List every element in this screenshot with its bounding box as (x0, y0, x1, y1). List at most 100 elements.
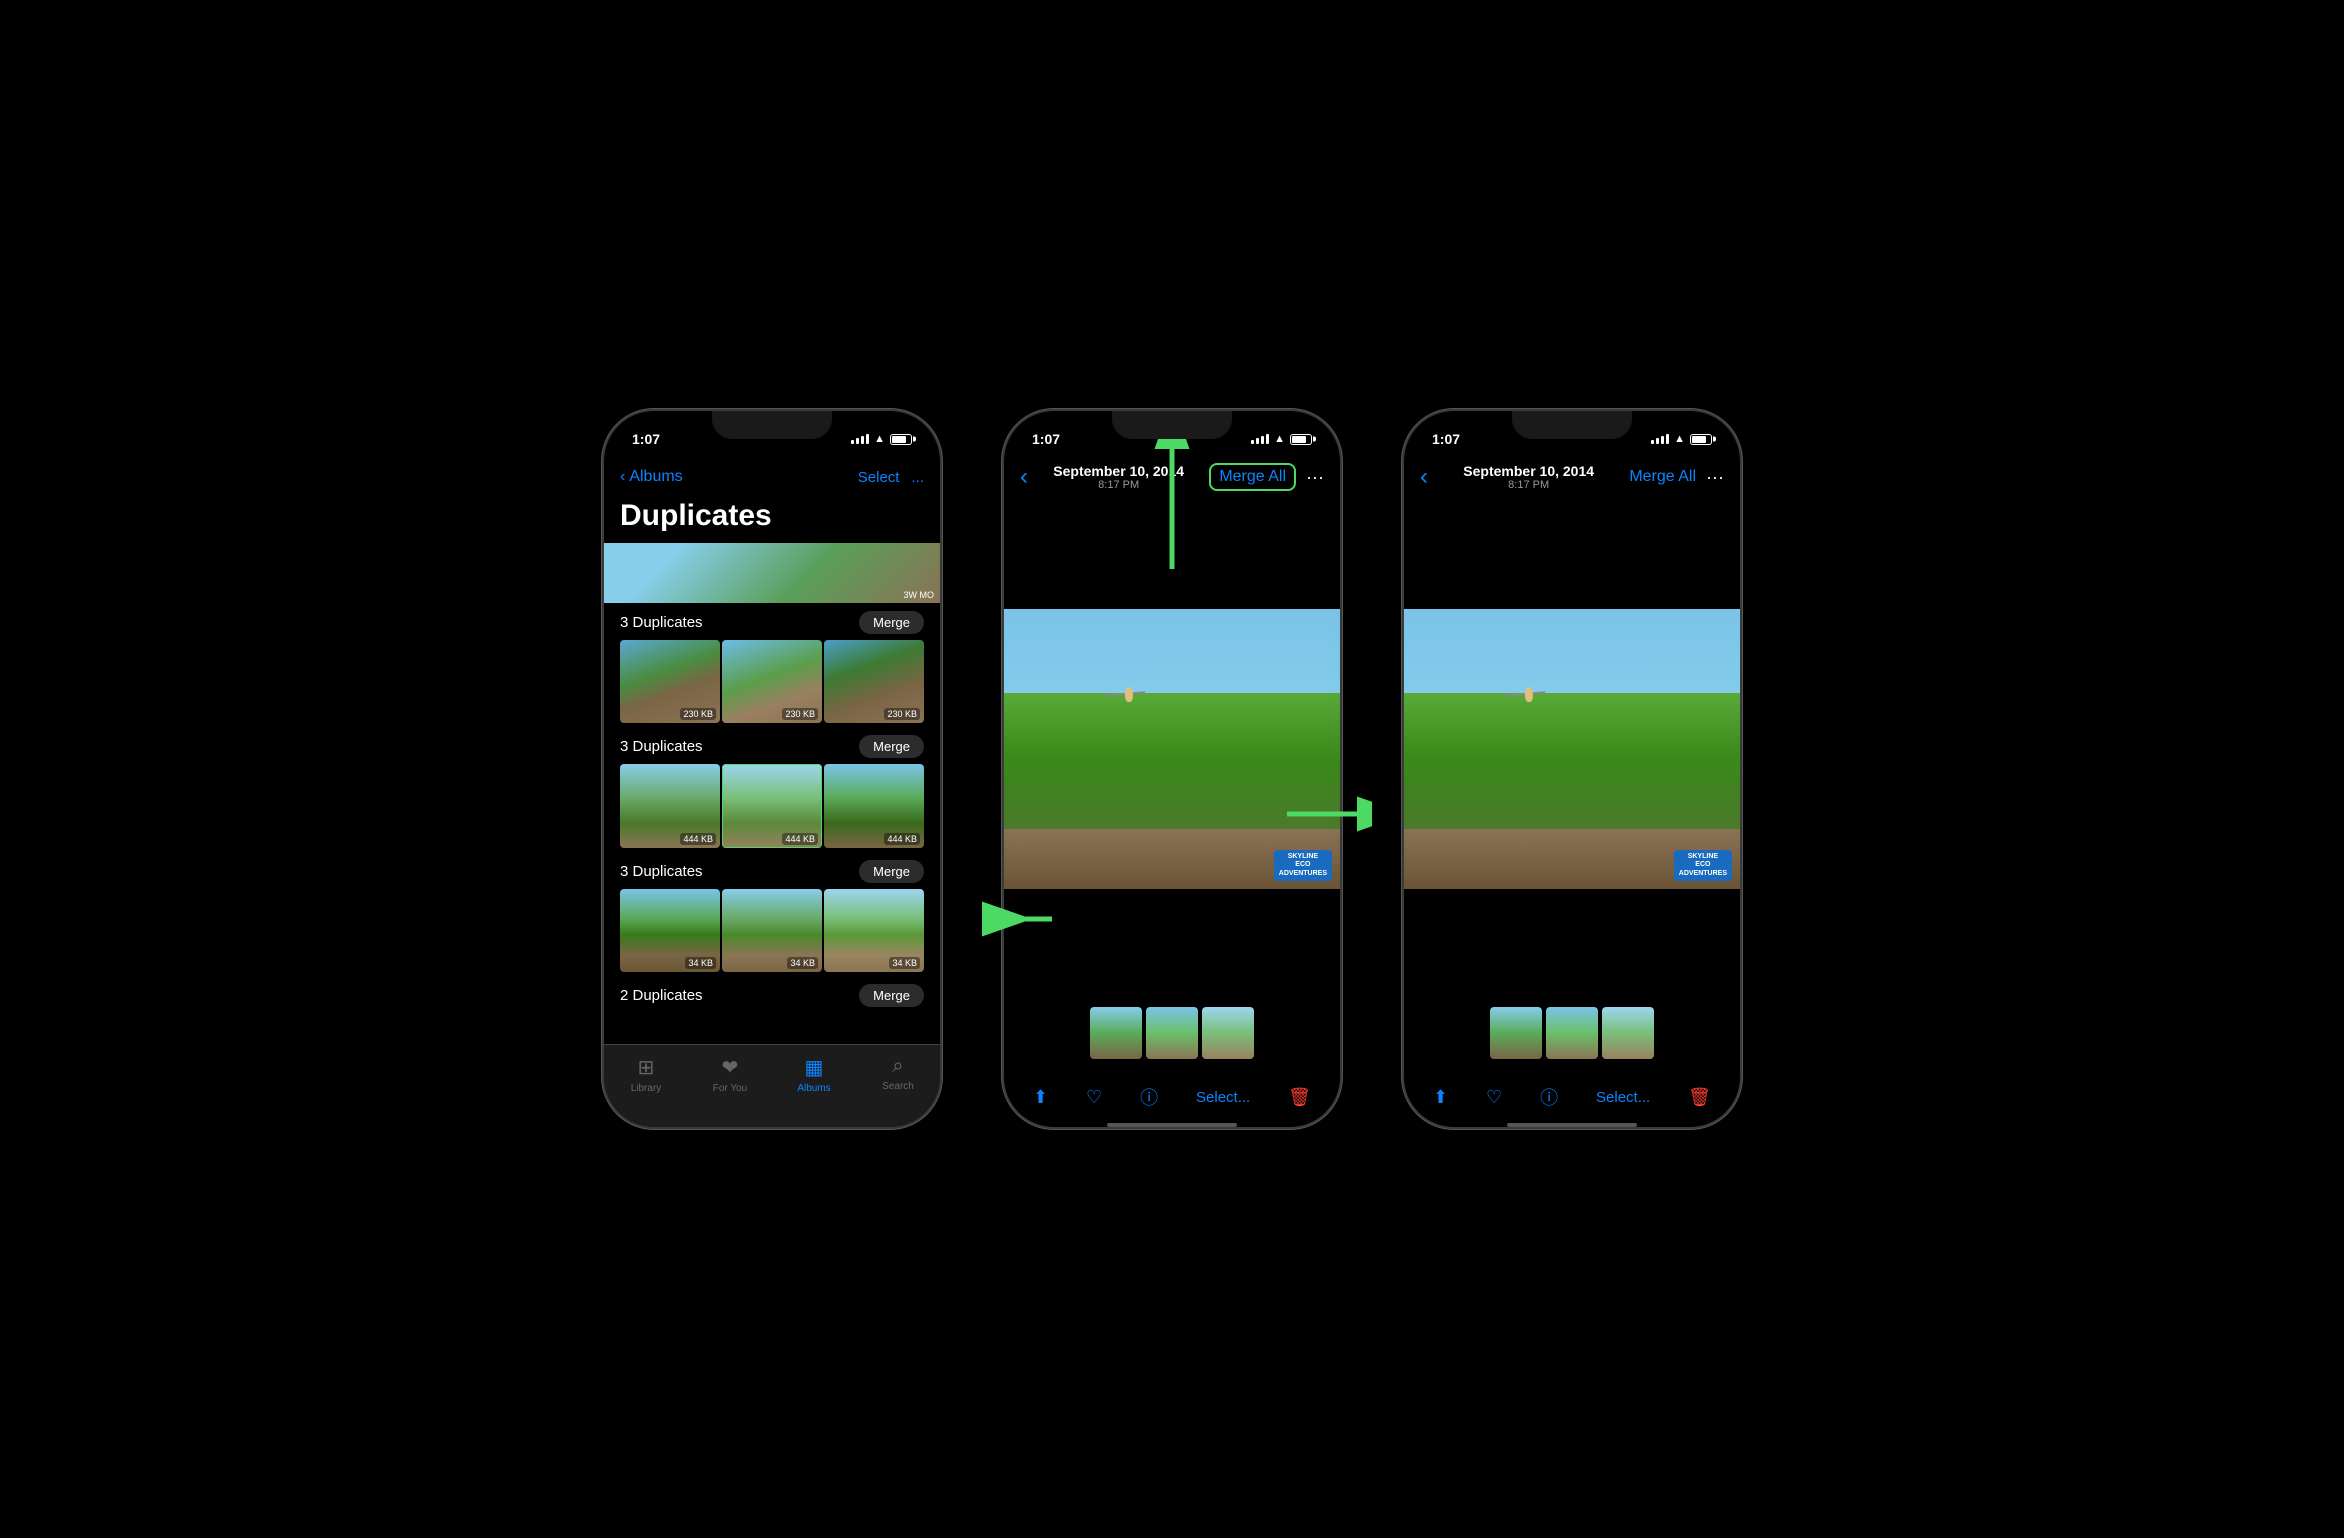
main-scene: 1:07 ▲ ‹ Albums (572, 409, 1772, 1129)
film-thumb-3-2[interactable] (1546, 1007, 1598, 1059)
wifi-icon: ▲ (874, 433, 885, 445)
time-1: 1:07 (632, 431, 660, 447)
for-you-icon: ❤ (722, 1055, 739, 1080)
skyline-badge-3: SKYLINEECOADVENTURES (1674, 850, 1732, 881)
back-button-3[interactable]: ‹ (1420, 463, 1428, 491)
time-2: 1:07 (1032, 431, 1060, 447)
more-button-1[interactable]: ... (911, 469, 924, 486)
photo-3-1: 34 KB (620, 889, 720, 972)
film-thumb-3-1[interactable] (1490, 1007, 1542, 1059)
merge-button-4[interactable]: Merge (859, 984, 924, 1007)
home-indicator-3 (1507, 1123, 1637, 1127)
phone-2-screen: 1:07 ▲ (1004, 411, 1340, 1127)
group-2-header: 3 Duplicates Merge (604, 727, 940, 764)
tab-search[interactable]: ⌕ Search (868, 1055, 928, 1092)
group-4-header: 2 Duplicates Merge (604, 976, 940, 1013)
group-1-label: 3 Duplicates (620, 614, 703, 631)
group-3-label: 3 Duplicates (620, 863, 703, 880)
delete-button-2[interactable]: 🗑 (1288, 1087, 1311, 1108)
highlight-indicator (722, 764, 822, 847)
photo-row-1: 230 KB 230 KB 230 KB (604, 640, 940, 723)
wifi-icon-3: ▲ (1674, 433, 1685, 445)
heart-button-2[interactable]: ♡ (1086, 1087, 1102, 1108)
wifi-icon-2: ▲ (1274, 433, 1285, 445)
group-3-header: 3 Duplicates Merge (604, 852, 940, 889)
status-icons-3: ▲ (1651, 433, 1712, 445)
merge-all-button-2[interactable]: Merge All (1209, 463, 1296, 491)
tab-for-you[interactable]: ❤ For You (700, 1055, 760, 1094)
duplicate-group-1: 3 Duplicates Merge 230 KB 230 KB 230 (604, 603, 940, 723)
phone-2: 1:07 ▲ (1002, 409, 1342, 1129)
info-button-3[interactable]: ⓘ (1540, 1084, 1558, 1110)
home-indicator-2 (1107, 1123, 1237, 1127)
photo-2-2: 444 KB (722, 764, 822, 847)
group-1-header: 3 Duplicates Merge (604, 603, 940, 640)
group-2-label: 3 Duplicates (620, 738, 703, 755)
duplicate-group-4: 2 Duplicates Merge (604, 976, 940, 1013)
battery-icon-3 (1690, 434, 1712, 445)
main-photo-area-2: SKYLINEECOADVENTURES (1004, 499, 1340, 999)
delete-button-3[interactable]: 🗑 (1688, 1087, 1711, 1108)
albums-icon: ▦ (805, 1055, 824, 1080)
select-button-3[interactable]: Select... (1596, 1089, 1650, 1106)
library-icon: ⊞ (638, 1055, 655, 1080)
photo-1-1: 230 KB (620, 640, 720, 723)
film-thumb-2-2[interactable] (1146, 1007, 1198, 1059)
status-bar-1: 1:07 ▲ (604, 411, 940, 455)
group-4-label: 2 Duplicates (620, 987, 703, 1004)
film-thumb-3-3[interactable] (1602, 1007, 1654, 1059)
main-photo-area-3: SKYLINEECOADVENTURES (1404, 499, 1740, 999)
select-button-2[interactable]: Select... (1196, 1089, 1250, 1106)
photo-3-3: 34 KB (824, 889, 924, 972)
film-thumb-2-1[interactable] (1090, 1007, 1142, 1059)
nav-bar-1: ‹ Albums Select ... (604, 455, 940, 499)
phone-2-container: 1:07 ▲ (1002, 409, 1342, 1129)
merge-button-3[interactable]: Merge (859, 860, 924, 883)
signal-icon (851, 434, 869, 444)
tab-albums[interactable]: ▦ Albums (784, 1055, 844, 1094)
more-button-2[interactable]: ··· (1306, 467, 1324, 488)
tab-library[interactable]: ⊞ Library (616, 1055, 676, 1094)
phone-1: 1:07 ▲ ‹ Albums (602, 409, 942, 1129)
more-button-3[interactable]: ··· (1706, 467, 1724, 488)
phone-3: 1:07 ▲ ‹ (1402, 409, 1742, 1129)
detail-nav-2: ‹ September 10, 2014 8:17 PM Merge All ·… (1004, 455, 1340, 499)
merge-button-1[interactable]: Merge (859, 611, 924, 634)
merge-button-2[interactable]: Merge (859, 735, 924, 758)
toolbar-3: ⬆ ♡ ⓘ Select... 🗑 (1404, 1067, 1740, 1117)
main-photo-3: SKYLINEECOADVENTURES (1404, 609, 1740, 889)
search-label: Search (882, 1081, 914, 1092)
status-icons-2: ▲ (1251, 433, 1312, 445)
filmstrip-3 (1404, 999, 1740, 1067)
share-button-2[interactable]: ⬆ (1033, 1087, 1048, 1108)
heart-button-3[interactable]: ♡ (1486, 1087, 1502, 1108)
duplicate-group-2: 3 Duplicates Merge 444 KB 444 KB (604, 727, 940, 847)
photo-date-3: September 10, 2014 8:17 PM (1463, 463, 1594, 491)
select-button-1[interactable]: Select (858, 469, 900, 486)
film-thumb-2-3[interactable] (1202, 1007, 1254, 1059)
library-label: Library (631, 1083, 662, 1094)
photo-3-2: 34 KB (722, 889, 822, 972)
merge-all-button-3[interactable]: Merge All (1629, 468, 1696, 486)
time-3: 1:07 (1432, 431, 1460, 447)
status-icons-1: ▲ (851, 433, 912, 445)
photo-date-2: September 10, 2014 8:17 PM (1053, 463, 1184, 491)
photo-1-3: 230 KB (824, 640, 924, 723)
page-title-1: Duplicates (604, 499, 940, 543)
filmstrip-2 (1004, 999, 1340, 1067)
info-button-2[interactable]: ⓘ (1140, 1084, 1158, 1110)
photo-row-3: 34 KB 34 KB 34 KB (604, 889, 940, 972)
share-button-3[interactable]: ⬆ (1433, 1087, 1448, 1108)
battery-icon (890, 434, 912, 445)
battery-icon-2 (1290, 434, 1312, 445)
photo-2-3: 444 KB (824, 764, 924, 847)
phone-1-screen: 1:07 ▲ ‹ Albums (604, 411, 940, 1127)
back-button-2[interactable]: ‹ (1020, 463, 1028, 491)
for-you-label: For You (713, 1083, 747, 1094)
back-button-1[interactable]: ‹ Albums (620, 468, 683, 486)
photo-2-1: 444 KB (620, 764, 720, 847)
signal-icon-2 (1251, 434, 1269, 444)
skyline-badge-2: SKYLINEECOADVENTURES (1274, 850, 1332, 881)
tab-bar-1: ⊞ Library ❤ For You ▦ Albums ⌕ Search (604, 1044, 940, 1127)
photo-row-2: 444 KB 444 KB 444 KB (604, 764, 940, 847)
